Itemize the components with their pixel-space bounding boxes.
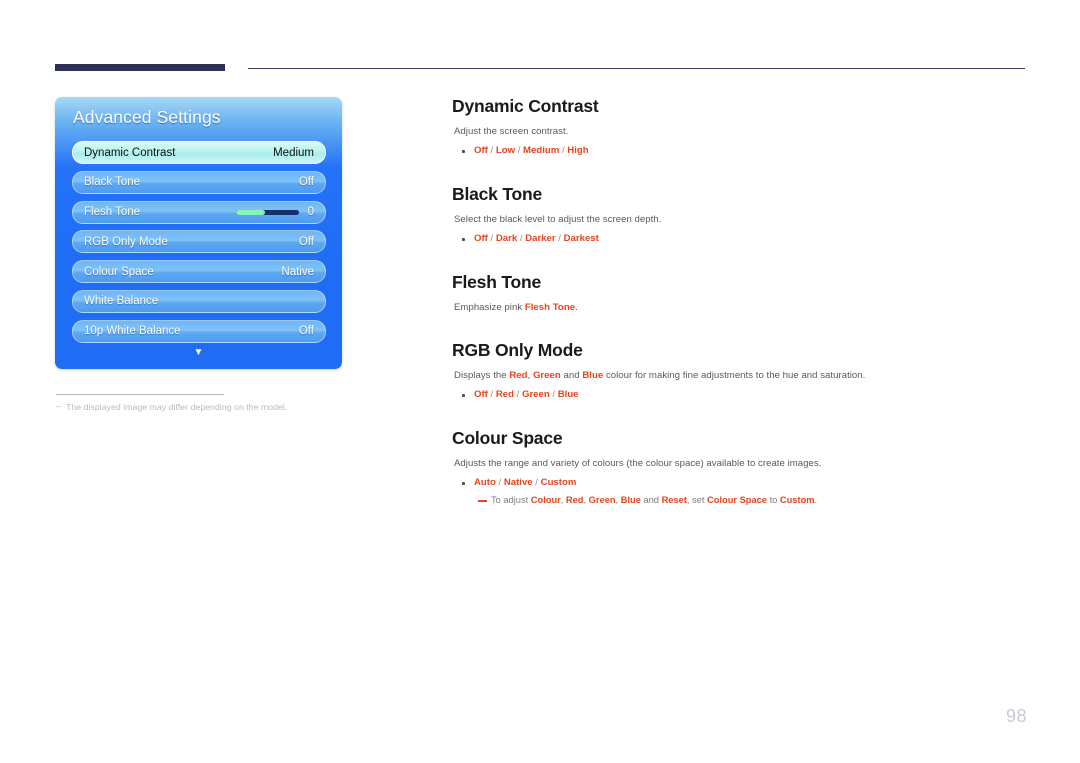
description-part: Emphasize pink [454, 302, 525, 313]
section-note: To adjust Colour, Red, Green, Blue and R… [478, 494, 1032, 507]
page-number: 98 [1005, 706, 1027, 726]
option-list: Off / Red / Green / Blue [452, 388, 1032, 402]
option-value: Off [474, 388, 488, 400]
option-value: Darker [525, 232, 556, 244]
section-description: Adjust the screen contrast. [454, 126, 569, 137]
description-part: Displays the [454, 370, 510, 381]
osd-row-value: Off [298, 325, 314, 338]
flesh-tone-slider-fill [235, 209, 266, 215]
osd-row-rgb-only-mode[interactable]: RGB Only Mode Off [72, 230, 326, 254]
osd-row-white-balance[interactable]: White Balance [72, 289, 326, 313]
section-flesh-tone: Flesh Tone Emphasize pink Flesh Tone. [452, 272, 1032, 315]
option-value: Medium [523, 144, 560, 156]
option-value: Red [495, 388, 514, 400]
osd-row-10p-white-balance[interactable]: 10p White Balance Off [72, 319, 326, 343]
section-title: Colour Space [452, 428, 563, 448]
description-keyword: Blue [582, 370, 604, 381]
header-rules [55, 64, 1025, 76]
option-value: High [567, 144, 589, 156]
option-list: Auto / Native / Custom [452, 476, 1032, 490]
note-keyword: Custom [779, 495, 815, 506]
section-black-tone: Black Tone Select the black level to adj… [452, 184, 1032, 246]
option-list: Off / Dark / Darker / Darkest [452, 232, 1032, 246]
osd-row-value: Native [281, 265, 314, 278]
osd-row-label: Black Tone [84, 176, 141, 189]
option-list-item: Off / Low / Medium / High [452, 144, 1032, 158]
section-rgb-only-mode: RGB Only Mode Displays the Red, Green an… [452, 340, 1032, 402]
option-value: Dark [495, 232, 518, 244]
option-value: Native [503, 476, 533, 488]
header-divider-line [248, 68, 1025, 69]
osd-menu-row-list: Dynamic Contrast Medium Black Tone Off F… [72, 141, 326, 350]
option-value: Blue [557, 388, 579, 400]
osd-row-black-tone[interactable]: Black Tone Off [72, 170, 326, 194]
section-description: Emphasize pink Flesh Tone. [454, 302, 1032, 315]
osd-row-label: Dynamic Contrast [84, 146, 176, 159]
footnote-divider [56, 394, 224, 395]
option-list: Off / Low / Medium / High [452, 144, 1032, 158]
osd-row-label: Flesh Tone [84, 206, 141, 219]
option-value: Darkest [563, 232, 599, 244]
osd-row-label: Colour Space [84, 265, 154, 278]
osd-row-flesh-tone[interactable]: Flesh Tone 0 [72, 200, 326, 224]
footnote-text: The displayed image may differ depending… [66, 402, 288, 412]
section-dynamic-contrast: Dynamic Contrast Adjust the screen contr… [452, 96, 1032, 158]
option-value: Auto [474, 476, 496, 488]
footnote: ‒ The displayed image may differ dependi… [56, 401, 386, 412]
note-keyword: Reset [661, 495, 687, 506]
description-part: and [560, 370, 583, 381]
option-list-item: Off / Dark / Darker / Darkest [452, 232, 1032, 246]
osd-row-value: Medium [273, 146, 314, 159]
osd-menu-panel: Advanced Settings Dynamic Contrast Mediu… [55, 97, 342, 369]
chevron-down-icon[interactable]: ▼ [55, 348, 342, 358]
description-part: colour for making fine adjustments to th… [603, 370, 866, 381]
osd-row-value: 0 [307, 206, 314, 219]
note-keyword: Colour Space [707, 495, 767, 506]
section-description: Adjusts the range and variety of colours… [454, 458, 822, 469]
note-keyword: Blue [620, 495, 641, 506]
note-keyword: Green [588, 495, 616, 506]
note-part: and [640, 495, 662, 506]
option-value: Off [474, 232, 488, 244]
section-description: Displays the Red, Green and Blue colour … [454, 370, 1032, 383]
osd-menu-title: Advanced Settings [73, 107, 221, 127]
flesh-tone-slider[interactable] [235, 209, 299, 215]
osd-row-dynamic-contrast[interactable]: Dynamic Contrast Medium [72, 141, 326, 164]
section-description: Select the black level to adjust the scr… [454, 214, 662, 225]
description-keyword: Green [532, 370, 561, 381]
osd-row-label: 10p White Balance [84, 325, 181, 338]
osd-slider-group: 0 [235, 206, 314, 219]
note-part: . [814, 495, 818, 506]
option-value: Low [495, 144, 516, 156]
section-title: Black Tone [452, 184, 543, 204]
footnote-dash-icon: ‒ [56, 401, 62, 411]
description-keyword: Flesh Tone [524, 302, 576, 313]
section-title: Dynamic Contrast [452, 96, 599, 116]
option-list-item: Off / Red / Green / Blue [452, 388, 1032, 402]
option-value: Custom [540, 476, 577, 488]
description-part: . [575, 302, 578, 313]
option-list-item: Auto / Native / Custom [452, 476, 1032, 490]
osd-row-label: White Balance [84, 295, 159, 308]
header-accent-bar [55, 64, 225, 71]
note-part: To adjust [491, 495, 531, 506]
description-keyword: Red [509, 370, 528, 381]
option-value: Off [474, 144, 488, 156]
osd-row-label: RGB Only Mode [84, 235, 168, 248]
osd-row-colour-space[interactable]: Colour Space Native [72, 260, 326, 284]
note-part: , set [686, 495, 708, 506]
note-part: to [766, 495, 780, 506]
section-colour-space: Colour Space Adjusts the range and varie… [452, 428, 1032, 507]
osd-row-value: Off [298, 176, 314, 189]
option-value: Green [521, 388, 550, 400]
note-keyword: Red [565, 495, 584, 506]
note-keyword: Colour [530, 495, 561, 506]
section-title: RGB Only Mode [452, 340, 583, 360]
section-title: Flesh Tone [452, 272, 542, 292]
osd-row-value: Off [298, 235, 314, 248]
